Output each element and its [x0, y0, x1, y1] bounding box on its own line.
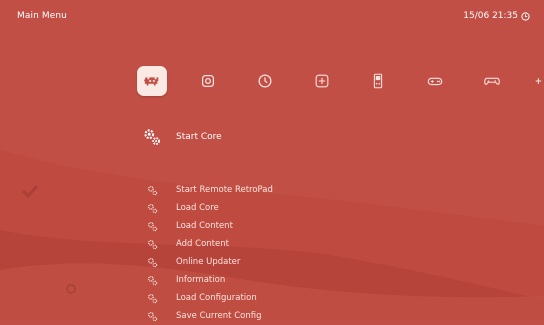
- gamepad-icon: [427, 77, 443, 86]
- tab-add-content[interactable]: [307, 66, 337, 96]
- retroarch-invader-icon: [143, 77, 159, 86]
- gears-icon: [147, 311, 157, 321]
- tab-bar: [0, 66, 544, 98]
- top-bar: Main Menu 15/06 21:35: [0, 0, 544, 34]
- history-icon: [258, 74, 272, 88]
- add-icon: [315, 74, 329, 88]
- tab-settings[interactable]: [193, 66, 223, 96]
- handheld-console-icon: [373, 73, 383, 89]
- menu-item-start-remote-retropad[interactable]: Start Remote RetroPad: [140, 181, 273, 199]
- clock-icon: [521, 11, 530, 21]
- controller-icon: [484, 77, 500, 85]
- gears-icon: [147, 257, 157, 267]
- menu-item-label: Start Remote RetroPad: [176, 185, 273, 195]
- menu-item-label: Information: [176, 275, 226, 285]
- tab-handheld[interactable]: [363, 66, 393, 96]
- menu-item-load-content[interactable]: Load Content: [140, 217, 233, 235]
- menu-item-label: Start Core: [176, 132, 222, 142]
- partial-tab-icon: [535, 78, 542, 84]
- gears-icon: [147, 275, 157, 285]
- menu-item-load-configuration[interactable]: Load Configuration: [140, 289, 257, 307]
- menu-item-information[interactable]: Information: [140, 271, 225, 289]
- menu-item-label: Online Updater: [176, 257, 241, 267]
- gears-icon: [147, 185, 157, 195]
- datetime-text: 15/06 21:35: [463, 11, 518, 21]
- gears-icon: [147, 293, 157, 303]
- menu-item-save-current-config[interactable]: Save Current Config: [140, 307, 261, 325]
- menu-item-label: Load Content: [176, 221, 233, 231]
- main-menu-list: Start Core Start Remote RetroPad Load Co…: [0, 120, 544, 321]
- menu-item-load-core[interactable]: Load Core: [140, 199, 219, 217]
- menu-item-add-content[interactable]: Add Content: [140, 235, 229, 253]
- gears-icon: [147, 239, 157, 249]
- tab-history[interactable]: [250, 66, 280, 96]
- tab-controller[interactable]: [477, 66, 507, 96]
- tab-main-menu[interactable]: [137, 66, 167, 96]
- tab-partial[interactable]: [533, 66, 544, 96]
- menu-item-start-core[interactable]: Start Core: [140, 126, 222, 148]
- menu-item-label: Add Content: [176, 239, 229, 249]
- gears-icon: [147, 203, 157, 213]
- tab-gamepad[interactable]: [420, 66, 450, 96]
- settings-gear-icon: [201, 74, 215, 88]
- menu-item-online-updater[interactable]: Online Updater: [140, 253, 240, 271]
- menu-item-label: Load Configuration: [176, 293, 257, 303]
- gears-icon: [144, 129, 160, 145]
- clock: 15/06 21:35: [463, 11, 530, 21]
- menu-item-label: Load Core: [176, 203, 219, 213]
- gears-icon: [147, 221, 157, 231]
- page-title: Main Menu: [17, 11, 67, 21]
